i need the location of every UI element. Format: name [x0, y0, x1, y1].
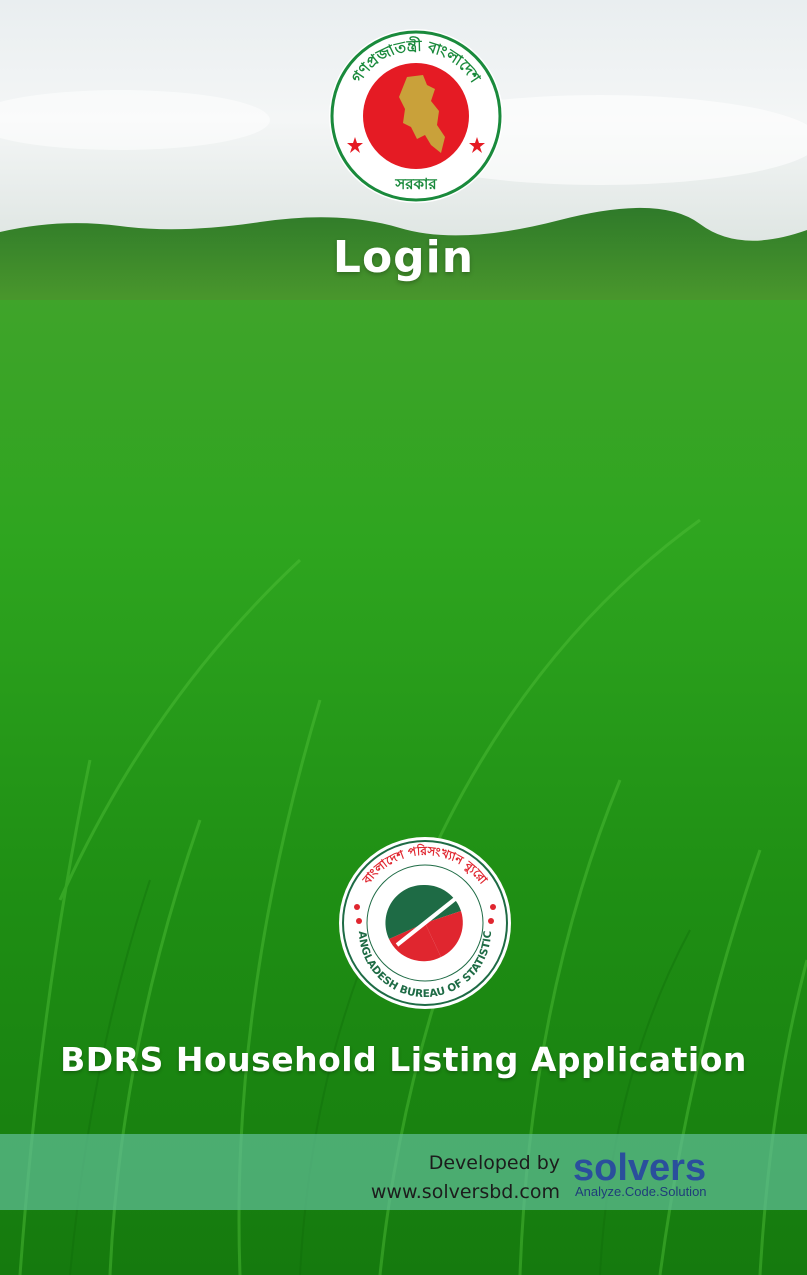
- government-seal-logo[interactable]: গণপ্রজাতন্ত্রী বাংলাদেশ সরকার: [327, 27, 505, 205]
- solvers-tagline: Analyze.Code.Solution: [575, 1184, 707, 1199]
- login-title: Login: [332, 232, 475, 283]
- bbs-logo: বাংলাদেশ পরিসংখ্যান ব্যুরো BANGLADESH BU…: [337, 835, 511, 1009]
- seal-bottom-text: সরকার: [394, 175, 437, 193]
- developed-by-label: Developed by: [428, 1152, 560, 1174]
- developer-credit: Developed by www.solversbd.com: [371, 1149, 560, 1207]
- solvers-brand-name: solvers: [573, 1147, 706, 1189]
- solvers-logo[interactable]: solvers Analyze.Code.Solution: [573, 1146, 733, 1202]
- developer-website-link[interactable]: www.solversbd.com: [371, 1181, 560, 1203]
- app-title: BDRS Household Listing Application: [60, 1040, 747, 1079]
